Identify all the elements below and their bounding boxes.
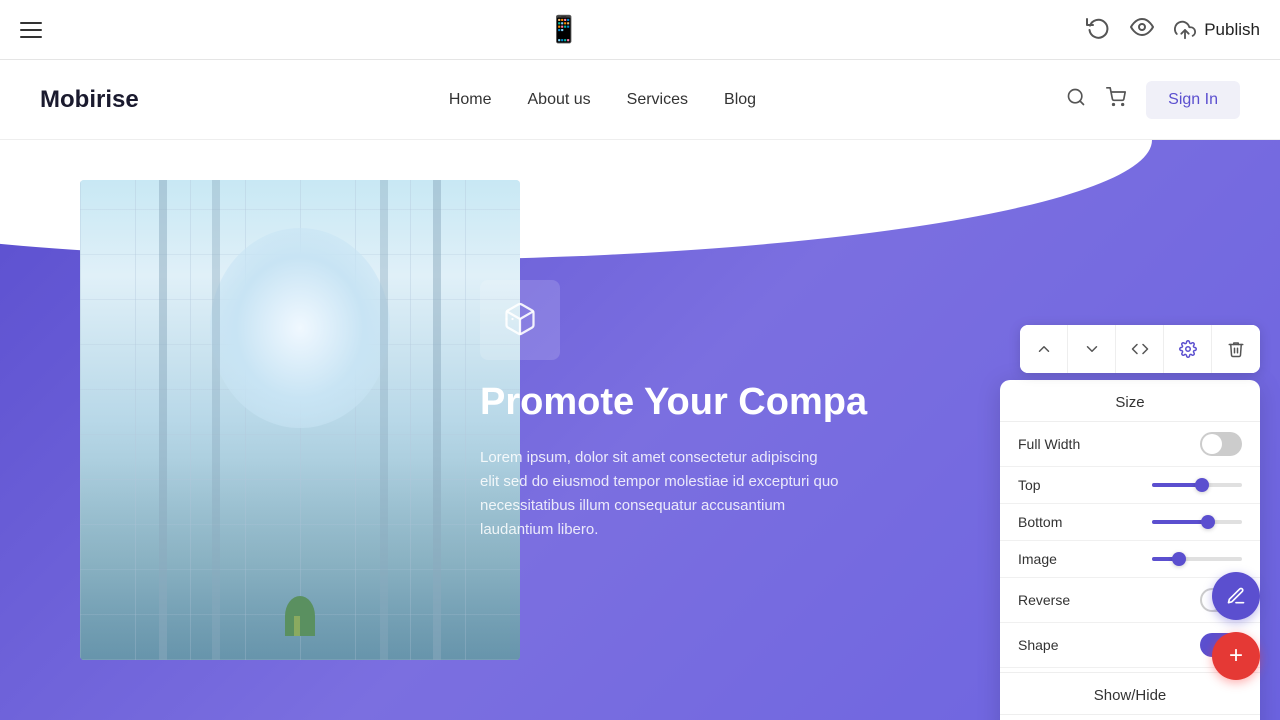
image-row: Image: [1000, 541, 1260, 578]
top-slider[interactable]: [1152, 483, 1242, 487]
toolbar-left: [20, 22, 42, 38]
top-row: Top: [1000, 467, 1260, 504]
add-fab-button[interactable]: +: [1212, 632, 1260, 680]
hero-icon-box: [480, 280, 560, 360]
code-button[interactable]: [1116, 325, 1164, 373]
box-icon: [502, 301, 538, 340]
toolbar-center: 📱: [548, 14, 580, 45]
image-slider[interactable]: [1152, 557, 1242, 561]
bottom-row: Bottom: [1000, 504, 1260, 541]
brand-logo: Mobirise: [40, 86, 139, 114]
delete-button[interactable]: [1212, 325, 1260, 373]
full-width-label: Full Width: [1018, 436, 1080, 452]
preview-icon[interactable]: [1130, 15, 1154, 45]
hero-text: Lorem ipsum, dolor sit amet consectetur …: [480, 446, 840, 542]
shape-label: Shape: [1018, 637, 1058, 653]
menu-icon[interactable]: [20, 22, 42, 38]
mobile-device-icon[interactable]: 📱: [548, 14, 580, 45]
nav-links: Home About us Services Blog: [449, 91, 756, 109]
cart-icon[interactable]: [1106, 87, 1126, 113]
image-label: Image: [1018, 551, 1057, 567]
sign-in-button[interactable]: Sign In: [1146, 81, 1240, 119]
undo-icon[interactable]: [1086, 15, 1110, 45]
search-icon[interactable]: [1066, 87, 1086, 113]
nav-link-home[interactable]: Home: [449, 91, 492, 109]
add-icon: +: [1229, 644, 1243, 668]
toolbar-right: Publish: [1086, 15, 1260, 45]
publish-label: Publish: [1204, 20, 1260, 40]
full-width-toggle[interactable]: [1200, 432, 1242, 456]
edit-fab-button[interactable]: [1212, 572, 1260, 620]
show-hide-section-title: Show/Hide: [1000, 672, 1260, 715]
top-label: Top: [1018, 477, 1041, 493]
nav-link-blog[interactable]: Blog: [724, 91, 756, 109]
move-up-button[interactable]: [1020, 325, 1068, 373]
nav-link-about[interactable]: About us: [528, 91, 591, 109]
full-width-row: Full Width: [1000, 422, 1260, 467]
nav-link-services[interactable]: Services: [627, 91, 688, 109]
nav-bar: Mobirise Home About us Services Blog Sig…: [0, 60, 1280, 140]
title-row: Title: [1000, 715, 1260, 720]
publish-button[interactable]: Publish: [1174, 19, 1260, 41]
hero-image-column: [0, 140, 420, 720]
bottom-label: Bottom: [1018, 514, 1062, 530]
section-toolbar: [1020, 325, 1260, 373]
reverse-label: Reverse: [1018, 592, 1070, 608]
hero-section: Promote Your Company Lorem ipsum, dolor …: [0, 140, 1280, 720]
top-toolbar: 📱 Publish: [0, 0, 1280, 60]
bottom-slider[interactable]: [1152, 520, 1242, 524]
nav-right: Sign In: [1066, 81, 1240, 119]
move-down-button[interactable]: [1068, 325, 1116, 373]
size-section-title: Size: [1000, 380, 1260, 422]
settings-button[interactable]: [1164, 325, 1212, 373]
